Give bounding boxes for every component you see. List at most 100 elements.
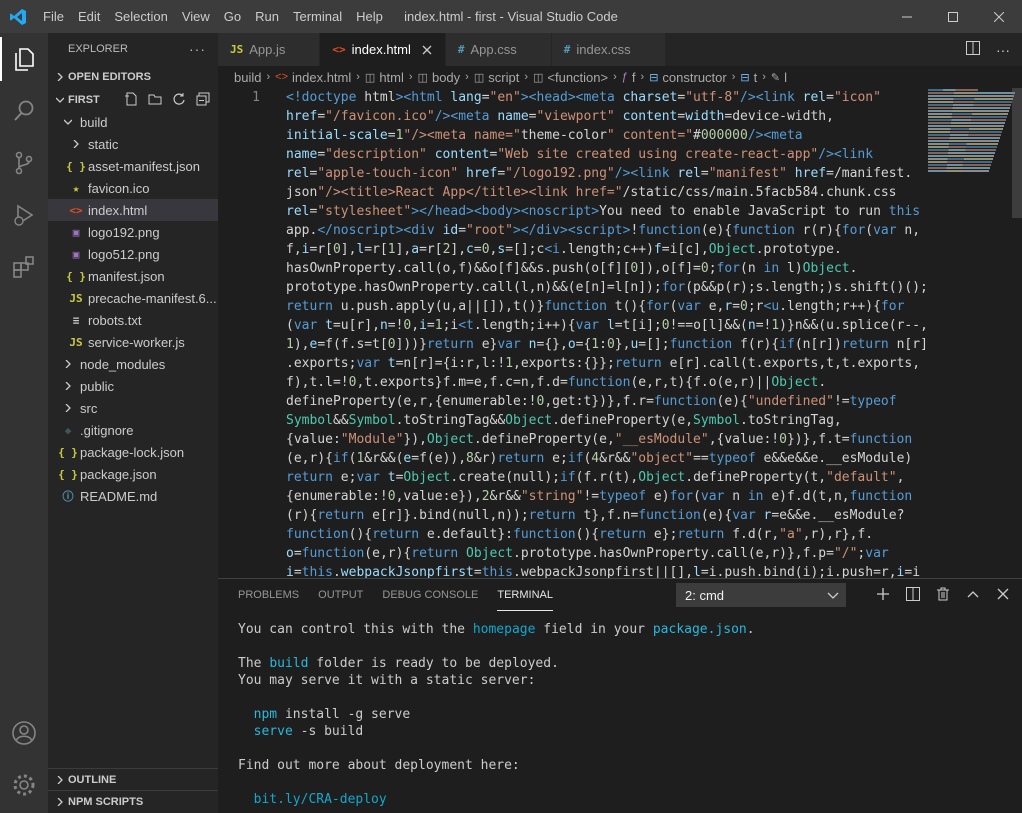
tree-item[interactable]: JS service-worker.js <box>48 331 218 353</box>
breadcrumb-symbol-icon: ◫ <box>473 71 485 84</box>
minimap-line <box>928 107 1010 109</box>
menu-item-terminal[interactable]: Terminal <box>286 0 349 33</box>
tree-item[interactable]: ≡ robots.txt <box>48 309 218 331</box>
tree-item[interactable]: { } package-lock.json <box>48 441 218 463</box>
tree-item[interactable]: ◆ .gitignore <box>48 419 218 441</box>
code-editor[interactable]: 1 <!doctype html><html lang="en"><head><… <box>218 88 926 578</box>
tab-index-css[interactable]: # index.css <box>551 33 666 66</box>
new-folder-icon[interactable] <box>148 92 162 109</box>
outline-section[interactable]: OUTLINE <box>48 768 218 791</box>
tab-app-css[interactable]: # App.css <box>445 33 552 66</box>
run-debug-icon[interactable] <box>0 189 48 241</box>
tab-index-html[interactable]: <> index.html <box>320 33 446 66</box>
close-window-icon[interactable] <box>976 0 1022 33</box>
minimap-line <box>928 137 1000 139</box>
explorer-title: EXPLORER <box>68 43 128 55</box>
tree-item[interactable]: ▣ logo192.png <box>48 221 218 243</box>
folder-section-first[interactable]: FIRST <box>48 89 218 111</box>
more-actions-icon[interactable]: ··· <box>996 42 1010 58</box>
breadcrumb-item[interactable]: build <box>234 70 261 85</box>
tree-item[interactable]: build <box>48 111 218 133</box>
tree-item[interactable]: node_modules <box>48 353 218 375</box>
npm-scripts-label: NPM SCRIPTS <box>68 796 144 808</box>
breadcrumb-item[interactable]: index.html <box>292 70 351 85</box>
collapse-all-icon[interactable] <box>196 92 210 109</box>
menu-item-help[interactable]: Help <box>349 0 390 33</box>
minimap-line <box>928 143 998 145</box>
minimap-line <box>928 170 989 172</box>
json-file-icon: { } <box>66 159 86 173</box>
files-icon[interactable] <box>0 33 48 85</box>
menu-item-go[interactable]: Go <box>217 0 248 33</box>
breadcrumb-item[interactable]: <function> <box>547 70 608 85</box>
tab-label: index.css <box>576 42 631 57</box>
breadcrumb-item[interactable]: script <box>488 70 519 85</box>
editor-scrollbar[interactable] <box>1012 88 1022 218</box>
trash-icon[interactable] <box>936 587 950 604</box>
menu-item-view[interactable]: View <box>175 0 217 33</box>
open-editors-section[interactable]: OPEN EDITORS <box>48 66 218 88</box>
more-actions-icon[interactable]: ··· <box>189 41 206 57</box>
tree-item[interactable]: ⓘ README.md <box>48 485 218 507</box>
source-control-icon[interactable] <box>0 137 48 189</box>
maximize-panel-icon[interactable] <box>966 587 980 604</box>
breadcrumb-item[interactable]: html <box>379 70 404 85</box>
account-icon[interactable] <box>0 707 48 759</box>
close-icon[interactable] <box>419 42 435 58</box>
tree-item[interactable]: JS precache-manifest.6... <box>48 287 218 309</box>
maximize-icon[interactable] <box>930 0 976 33</box>
panel-tab-debug-console[interactable]: DEBUG CONSOLE <box>382 579 478 611</box>
menu-item-file[interactable]: File <box>36 0 71 33</box>
tree-item[interactable]: static <box>48 133 218 155</box>
tab-app-js[interactable]: JS App.js <box>218 33 321 66</box>
minimize-icon[interactable] <box>884 0 930 33</box>
chevron-right-icon: › <box>640 71 645 83</box>
breadcrumb-item[interactable]: l <box>784 70 787 85</box>
npm-scripts-section[interactable]: NPM SCRIPTS <box>48 790 218 813</box>
terminal-line: npm install -g serve <box>253 707 411 722</box>
minimap-line <box>928 92 1015 94</box>
refresh-icon[interactable] <box>172 92 186 109</box>
minimap[interactable] <box>926 88 1022 578</box>
tree-item[interactable]: public <box>48 375 218 397</box>
split-terminal-icon[interactable] <box>906 586 920 604</box>
tree-item-label: build <box>80 114 108 130</box>
terminal-output[interactable]: You can control this with the homepage f… <box>238 621 755 808</box>
tree-item[interactable]: { } package.json <box>48 463 218 485</box>
close-panel-icon[interactable] <box>996 587 1010 604</box>
code-lines[interactable]: <!doctype html><html lang="en"><head><me… <box>286 88 926 578</box>
breadcrumb-symbol-icon: ƒ <box>621 71 628 83</box>
breadcrumb-symbol-icon: ✎ <box>770 71 781 84</box>
menu-item-selection[interactable]: Selection <box>107 0 174 33</box>
menu-item-run[interactable]: Run <box>248 0 286 33</box>
tree-item[interactable]: { } manifest.json <box>48 265 218 287</box>
settings-gear-icon[interactable] <box>0 759 48 811</box>
tree-item[interactable]: { } asset-manifest.json <box>48 155 218 177</box>
new-file-icon[interactable] <box>124 92 138 109</box>
breadcrumb-item[interactable]: t <box>754 70 758 85</box>
tree-item[interactable]: ▣ logo512.png <box>48 243 218 265</box>
new-terminal-icon[interactable] <box>876 587 890 604</box>
tree-item[interactable]: <> index.html <box>48 199 218 221</box>
breadcrumb-item[interactable]: f <box>632 70 636 85</box>
menu-item-edit[interactable]: Edit <box>71 0 107 33</box>
breadcrumb-item[interactable]: body <box>432 70 460 85</box>
tree-item[interactable]: src <box>48 397 218 419</box>
split-editor-icon[interactable] <box>966 41 980 58</box>
terminal-select[interactable]: 2: cmd <box>676 583 846 607</box>
panel-tab-output[interactable]: OUTPUT <box>318 579 363 611</box>
panel-tab-terminal[interactable]: TERMINAL <box>497 579 553 611</box>
breadcrumb-symbol-icon: ⊟ <box>740 71 750 84</box>
extensions-icon[interactable] <box>0 241 48 293</box>
tree-item[interactable]: ★ favicon.ico <box>48 177 218 199</box>
css-file-icon: # <box>563 43 571 56</box>
search-icon[interactable] <box>0 85 48 137</box>
code-line: href="/favicon.ico"/><meta name="viewpor… <box>286 109 834 124</box>
minimap-line <box>928 152 995 154</box>
panel-tab-problems[interactable]: PROBLEMS <box>238 579 299 611</box>
breadcrumb-item[interactable]: constructor <box>662 70 726 85</box>
terminal-line: You may serve it with a static server: <box>238 673 536 688</box>
chevron-right-icon <box>52 73 68 81</box>
chevron-right-icon: › <box>356 71 360 83</box>
